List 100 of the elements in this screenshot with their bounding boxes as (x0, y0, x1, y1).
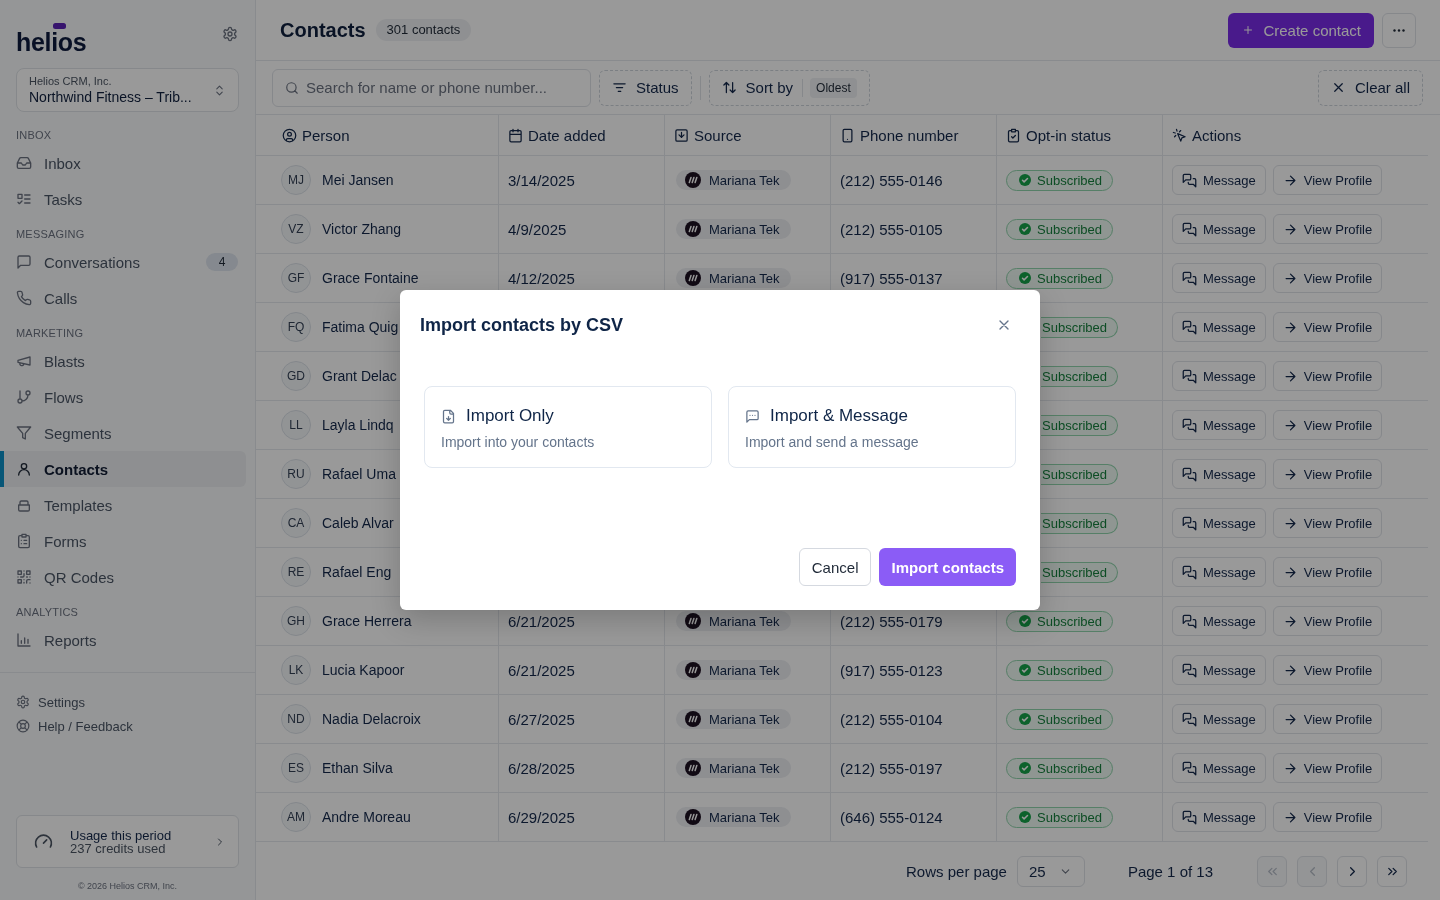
sidebar-link[interactable]: Help / Feedback (0, 714, 137, 738)
rows-per-page-select[interactable]: 25 (1016, 856, 1085, 887)
view-profile-button[interactable]: View Profile (1272, 508, 1383, 538)
arrow-right-icon (1282, 613, 1298, 629)
view-profile-button[interactable]: View Profile (1272, 753, 1383, 783)
calendar-icon (508, 127, 523, 143)
arrow-right-icon (1282, 515, 1298, 531)
clipboard-check-icon (1006, 127, 1021, 143)
striped-circle-icon (685, 221, 701, 237)
branch-icon (16, 389, 32, 405)
plus-icon (1242, 24, 1255, 36)
settings-icon[interactable] (222, 26, 238, 42)
sidebar-link[interactable]: Settings (0, 690, 89, 714)
view-profile-button[interactable]: View Profile (1272, 312, 1383, 342)
workspace-switcher[interactable]: Helios CRM, Inc. Northwind Fitness – Trib... (16, 68, 239, 112)
nav-item[interactable]: Tasks (0, 181, 246, 217)
nav-item[interactable]: Forms (0, 523, 246, 559)
message-button[interactable]: Message (1172, 704, 1266, 734)
status-label: Subscribed (1037, 172, 1103, 188)
arrow-right-icon (1282, 172, 1298, 188)
contact-name: Rafael Uma (322, 466, 396, 482)
date-added: 6/28/2025 (508, 759, 575, 777)
message-button[interactable]: Message (1172, 263, 1266, 293)
more-button[interactable] (1382, 12, 1416, 48)
arrow-right-icon (1282, 564, 1298, 580)
view-profile-button[interactable]: View Profile (1272, 802, 1383, 832)
status-label: Subscribed (1042, 515, 1108, 531)
check-circle-icon (1019, 811, 1031, 823)
view-profile-button[interactable]: View Profile (1272, 557, 1383, 587)
contact-name: Grant Delac (322, 368, 397, 384)
chat-bubbles-icon (1182, 221, 1197, 237)
message-button[interactable]: Message (1172, 361, 1266, 391)
date-added: 4/9/2025 (508, 220, 567, 238)
column-header: Phone number (860, 126, 959, 144)
import-option-card[interactable]: Import & Message Import and send a message (728, 386, 1016, 468)
nav-item[interactable]: Contacts (0, 451, 246, 487)
source-label: Mariana Tek (709, 760, 780, 776)
contact-name: Victor Zhang (322, 221, 402, 237)
message-button[interactable]: Message (1172, 802, 1266, 832)
gauge-icon (34, 832, 53, 851)
nav-item[interactable]: Blasts (0, 343, 246, 379)
message-button[interactable]: Message (1172, 753, 1266, 783)
contact-name: Grace Herrera (322, 613, 412, 629)
message-button[interactable]: Message (1172, 557, 1266, 587)
view-profile-button[interactable]: View Profile (1272, 704, 1383, 734)
message-button[interactable]: Message (1172, 165, 1266, 195)
clipboard-list-icon (16, 533, 32, 549)
inbox-tray-icon (16, 155, 32, 171)
nav-item[interactable]: Calls (0, 280, 246, 316)
message-button[interactable]: Message (1172, 459, 1266, 489)
usage-card[interactable]: Usage this period 237 credits used (16, 815, 239, 868)
date-added: 6/21/2025 (508, 612, 575, 630)
dialog-title: Import contacts by CSV (420, 314, 624, 336)
pagination-button[interactable] (1337, 856, 1367, 887)
avatar: MJ (281, 165, 311, 195)
view-profile-button[interactable]: View Profile (1272, 655, 1383, 685)
view-profile-button[interactable]: View Profile (1272, 214, 1383, 244)
cancel-button[interactable]: Cancel (798, 548, 872, 586)
contact-name: Andre Moreau (322, 809, 411, 825)
view-profile-button[interactable]: View Profile (1272, 459, 1383, 489)
clear-all-button[interactable]: Clear all (1317, 69, 1423, 106)
nav-item[interactable]: Inbox (0, 145, 246, 181)
striped-circle-icon (685, 613, 701, 629)
arrow-right-icon (1282, 466, 1298, 482)
message-button[interactable]: Message (1172, 410, 1266, 440)
nav-item[interactable]: Conversations 4 (0, 244, 246, 280)
message-button[interactable]: Message (1172, 508, 1266, 538)
import-option-card[interactable]: Import Only Import into your contacts (424, 386, 712, 468)
nav-item[interactable]: QR Codes (0, 559, 246, 595)
status-filter-button[interactable]: Status (599, 69, 692, 106)
view-profile-button[interactable]: View Profile (1272, 165, 1383, 195)
column-header: Person (302, 126, 350, 144)
view-profile-button[interactable]: View Profile (1272, 410, 1383, 440)
message-button[interactable]: Message (1172, 312, 1266, 342)
avatar: ES (281, 753, 311, 783)
view-profile-button[interactable]: View Profile (1272, 263, 1383, 293)
striped-circle-icon (685, 270, 701, 286)
message-button[interactable]: Message (1172, 214, 1266, 244)
phone-number: (646) 555-0124 (840, 808, 943, 826)
pagination-button[interactable] (1377, 856, 1407, 887)
nav-item[interactable]: Reports (0, 622, 246, 658)
nav-item[interactable]: Templates (0, 487, 246, 523)
nav-section-heading: ANALYTICS (15, 605, 80, 620)
import-contacts-button[interactable]: Import contacts (879, 548, 1016, 586)
view-profile-button[interactable]: View Profile (1272, 361, 1383, 391)
status-label: Subscribed (1037, 711, 1103, 727)
nav-item[interactable]: Flows (0, 379, 246, 415)
view-profile-button[interactable]: View Profile (1272, 606, 1383, 636)
status-label: Subscribed (1042, 466, 1108, 482)
sort-button[interactable]: Sort by Oldest (708, 69, 870, 106)
chat-bubbles-icon (1182, 368, 1197, 384)
logo: helios (16, 29, 87, 54)
status-label: Subscribed (1037, 221, 1103, 237)
search-field[interactable]: Search for name or phone number... (272, 68, 591, 107)
message-button[interactable]: Message (1172, 655, 1266, 685)
nav-item[interactable]: Segments (0, 415, 246, 451)
message-button[interactable]: Message (1172, 606, 1266, 636)
status-label: Subscribed (1042, 368, 1108, 384)
create-contact-button[interactable]: Create contact (1228, 12, 1374, 48)
chat-bubbles-icon (1182, 466, 1197, 482)
